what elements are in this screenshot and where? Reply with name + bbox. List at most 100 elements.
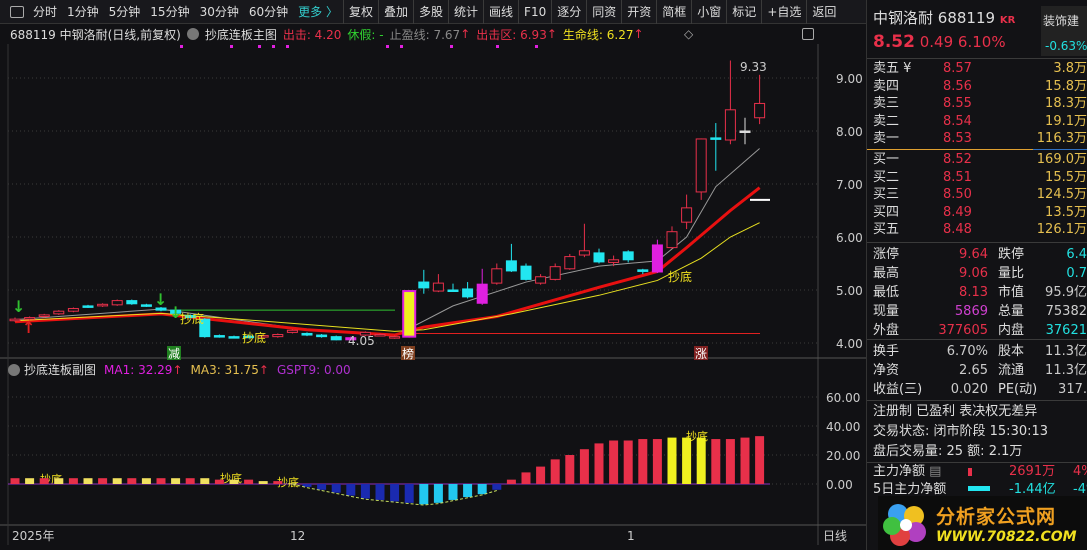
- sub-bar: [536, 466, 546, 484]
- main-net-value: 2691万: [1009, 464, 1056, 479]
- five-net-pct: -4%: [1073, 482, 1087, 496]
- level-volume: 13.5万: [1045, 204, 1087, 220]
- stock-name: 中钢洛耐: [873, 9, 934, 27]
- level-label: 卖五 ¥: [873, 61, 912, 76]
- sub-bar: [346, 484, 356, 496]
- stat-value: 0.7: [1066, 266, 1087, 281]
- sub-bar: [141, 478, 151, 484]
- candle-body: [432, 282, 444, 292]
- level-price: 8.54: [943, 113, 972, 129]
- list-icon[interactable]: ▤: [929, 464, 941, 479]
- sub-bar: [54, 478, 64, 484]
- sub-bar: [39, 478, 49, 484]
- sub-bar: [521, 472, 531, 484]
- sub-chart-infobar: 抄底连板副图 MA1: 32.29 ↑ MA3: 31.75 ↑ GSPT9: 0.…: [8, 361, 359, 378]
- stat-label: 股本: [998, 344, 1025, 359]
- xaxis-label: 1: [627, 529, 635, 543]
- bid-row[interactable]: 买四 8.49 13.5万: [873, 204, 1087, 222]
- stat-value: 95.9亿: [1045, 285, 1087, 300]
- level-label: 卖一: [873, 131, 900, 147]
- ask-row[interactable]: 卖五 ¥ 8.57 3.8万: [873, 60, 1087, 78]
- sector-pct: -0.63%: [1045, 39, 1087, 53]
- stat-value: 0.020: [950, 382, 988, 397]
- sub-tick: 0.00: [826, 478, 853, 492]
- bid-row[interactable]: 买一 8.52 169.0万: [873, 151, 1087, 169]
- stat-label: 外盘: [873, 323, 900, 338]
- ask-row[interactable]: 卖二 8.54 19.1万: [873, 113, 1087, 131]
- stock-tags: 注册制 已盈利 表决权无差异: [873, 404, 1038, 419]
- sub-bar: [331, 484, 341, 493]
- level-price: 8.55: [943, 96, 972, 112]
- sub-bar: [682, 437, 692, 484]
- candle-body: [374, 334, 386, 337]
- price-tick: 8.00: [836, 125, 863, 139]
- sub-bar: [477, 484, 487, 495]
- buy-arrow-icon: ↑: [22, 318, 35, 337]
- high-price-label: 9.33: [740, 60, 767, 74]
- stat-row: 涨停 9.64 跌停 6.4: [873, 245, 1087, 265]
- sub-bar: [623, 440, 633, 484]
- candle-body: [447, 289, 459, 292]
- candle-body: [97, 303, 109, 307]
- ask-row[interactable]: 卖一 8.53 116.3万: [873, 130, 1087, 148]
- kline-chart[interactable]: 9.00 8.00 7.00 6.00 5.00 4.00 60.00 40.00 20.00 0…: [0, 0, 866, 550]
- candle-body: [695, 138, 707, 193]
- signal-dot: [400, 45, 403, 48]
- sub-bar: [594, 443, 604, 484]
- sub-bar: [725, 439, 735, 484]
- sub-bar: [755, 436, 765, 484]
- bang-label: 榜: [402, 346, 414, 361]
- sub-bar: [200, 478, 210, 484]
- bid-row[interactable]: 买五 8.48 126.1万: [873, 221, 1087, 239]
- bid-row[interactable]: 买三 8.50 124.5万: [873, 186, 1087, 204]
- level-price: 8.48: [943, 222, 972, 238]
- last-price: 8.52: [873, 32, 915, 52]
- gspt9-value: GSPT9: 0.00: [276, 362, 351, 377]
- xaxis-label: 12: [290, 529, 305, 543]
- level-volume: 19.1万: [1045, 113, 1087, 129]
- candle-body: [535, 276, 547, 284]
- candle-body: [111, 300, 123, 306]
- level-label: 卖二: [873, 113, 900, 129]
- level-volume: 126.1万: [1036, 222, 1087, 238]
- sub-bar: [609, 440, 619, 484]
- sub-tick: 60.00: [826, 391, 860, 405]
- sub-bar: [550, 459, 560, 484]
- stat-value: 8.13: [959, 285, 988, 300]
- ask-row[interactable]: 卖三 8.55 18.3万: [873, 95, 1087, 113]
- sub-bar: [404, 484, 414, 503]
- indicator-dropdown-icon[interactable]: [8, 363, 20, 376]
- sub-bar: [506, 479, 516, 484]
- bid-row[interactable]: 买二 8.51 15.5万: [873, 169, 1087, 187]
- sub-bar: [360, 484, 370, 499]
- sell-arrow-icon: ↓: [12, 297, 25, 316]
- level-price: 8.52: [943, 152, 972, 167]
- five-net-value: -1.44亿: [1009, 482, 1056, 496]
- price-tick: 5.00: [836, 284, 863, 298]
- sub-indicator-name[interactable]: 抄底连板副图: [24, 361, 96, 378]
- sub-bar: [433, 484, 443, 503]
- signal-dot: [180, 45, 183, 48]
- stat-value: 317.: [1058, 382, 1087, 397]
- candle-body: [316, 334, 328, 338]
- sector-box[interactable]: 装饰建 -0.63%: [1041, 6, 1087, 56]
- candle-body: [710, 137, 722, 140]
- ma3-value: MA3: 31.75: [190, 362, 259, 377]
- five-net-bar: [968, 486, 990, 491]
- stat-value: 11.3亿: [1045, 344, 1087, 359]
- trade-status: 交易状态: 闭市阶段 15:30:13: [873, 424, 1049, 439]
- sub-bar: [740, 437, 750, 484]
- level-label: 买五: [873, 222, 900, 238]
- candle-body: [330, 336, 342, 341]
- sub-bar: [711, 439, 721, 484]
- price-tick: 9.00: [836, 72, 863, 86]
- up-arrow-icon: ↑: [258, 362, 269, 377]
- up-arrow-icon: ↑: [172, 362, 183, 377]
- ask-row[interactable]: 卖四 8.56 15.8万: [873, 78, 1087, 96]
- logo-text: 分析家公式网: [936, 505, 1057, 528]
- stat-row: 现量 5869 总量 75382: [873, 302, 1087, 322]
- signal-dot: [286, 45, 289, 48]
- stat-label: 最低: [873, 285, 900, 300]
- candle-body: [140, 304, 152, 307]
- level-price: 8.50: [943, 187, 972, 203]
